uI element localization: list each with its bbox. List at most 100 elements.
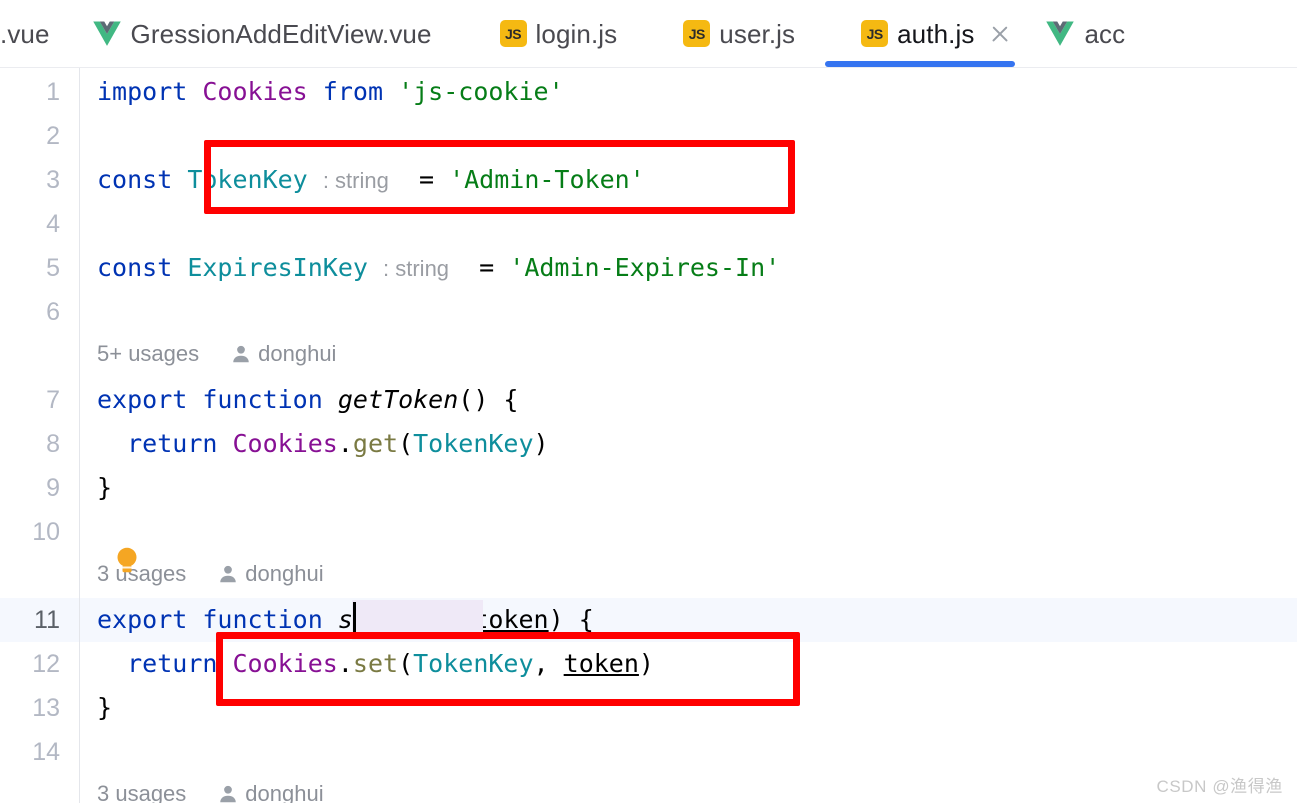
code-token: }	[97, 693, 113, 722]
tab-auth-js[interactable]: JS auth.js	[817, 0, 1023, 67]
editor-tab-bar[interactable]: .vue GressionAddEditView.vue JS login.js…	[0, 0, 1297, 68]
code-token: export	[97, 385, 188, 414]
author-annotation[interactable]: donghui	[218, 776, 324, 803]
code-line[interactable]: 6	[0, 290, 1297, 334]
code-text: export function getToken() {	[97, 378, 519, 422]
tab-gressionaddeditview-vue[interactable]: GressionAddEditView.vue	[68, 0, 454, 67]
code-line[interactable]: 10	[0, 510, 1297, 554]
code-line[interactable]: 9}	[0, 466, 1297, 510]
code-token: const	[97, 165, 173, 194]
vue-icon	[92, 21, 121, 46]
tab-label: GressionAddEditView.vue	[130, 18, 432, 49]
code-token: }	[97, 473, 113, 502]
code-token: Cookies	[202, 77, 308, 106]
js-file-icon: JS	[861, 20, 889, 47]
author-name: donghui	[258, 341, 337, 366]
close-icon[interactable]	[987, 21, 1013, 47]
code-token: .	[337, 429, 353, 458]
code-token: ExpiresInKey	[187, 253, 368, 282]
author-annotation[interactable]: donghui	[231, 336, 336, 372]
code-token: export	[97, 605, 188, 634]
line-number: 14	[32, 738, 60, 766]
code-token: (	[398, 429, 414, 458]
code-token: TokenKey	[413, 429, 534, 458]
code-text: return Cookies.get(TokenKey)	[97, 422, 549, 466]
vue-icon	[1046, 21, 1075, 46]
code-token: import	[97, 77, 188, 106]
author-name: donghui	[245, 561, 324, 586]
code-line[interactable]: 7 export function getToken() {	[0, 378, 1297, 422]
line-number: 10	[32, 518, 60, 546]
usages-link[interactable]: 3 usages	[97, 556, 186, 592]
code-vision-annotation[interactable]: 5+ usages donghui	[97, 336, 336, 372]
tab-login-js[interactable]: JS login.js	[454, 0, 640, 67]
code-token: 'Admin-Expires-In'	[509, 253, 781, 282]
line-number: 6	[46, 298, 60, 326]
line-number: 7	[46, 386, 60, 414]
line-number: 1	[46, 78, 60, 106]
author-annotation[interactable]: donghui	[218, 556, 324, 592]
active-tab-indicator	[825, 61, 1016, 67]
code-line[interactable]: 14	[0, 730, 1297, 774]
tab-label: acc	[1084, 18, 1126, 49]
line-number: 4	[46, 210, 60, 238]
js-file-icon: JS	[499, 20, 527, 47]
code-token: get	[352, 429, 399, 458]
line-number: 12	[32, 650, 60, 678]
redbox-tokenkey-declaration	[204, 140, 795, 214]
code-token: Cookies	[232, 429, 338, 458]
code-token: () {	[458, 385, 519, 414]
code-line[interactable]: 8 return Cookies.get(TokenKey)	[0, 422, 1297, 466]
code-text: import Cookies from 'js-cookie'	[97, 70, 564, 114]
lightbulb-icon[interactable]	[114, 546, 140, 576]
tab-vue-clipped[interactable]: .vue	[0, 0, 68, 67]
code-text: const ExpiresInKey : string = 'Admin-Exp…	[97, 246, 780, 290]
code-vision-annotation[interactable]: 3 usages donghui	[97, 776, 324, 803]
code-token: getToken	[337, 385, 459, 414]
usages-link[interactable]: 3 usages	[97, 776, 186, 803]
js-file-icon: JS	[683, 20, 711, 47]
tab-label: auth.js	[897, 18, 975, 49]
line-number: 9	[46, 474, 60, 502]
code-token: function	[202, 385, 323, 414]
tab-label: login.js	[535, 18, 618, 49]
gutter-divider	[79, 68, 80, 803]
author-name: donghui	[245, 781, 324, 803]
code-text: }	[97, 686, 112, 730]
code-token: =	[449, 253, 510, 282]
usages-link[interactable]: 5+ usages	[97, 336, 199, 372]
code-token: return	[127, 429, 218, 458]
code-token: 'js-cookie'	[398, 77, 564, 106]
code-line[interactable]: 1 import Cookies from 'js-cookie'	[0, 70, 1297, 114]
code-token: return	[127, 649, 218, 678]
line-number: 3	[46, 166, 60, 194]
code-token: const	[97, 253, 173, 282]
code-token: function	[202, 605, 323, 634]
line-number: 8	[46, 430, 60, 458]
line-number: 13	[32, 694, 60, 722]
redbox-cookies-set-call	[216, 632, 800, 706]
code-text: }	[97, 466, 112, 510]
editor-window: .vue GressionAddEditView.vue JS login.js…	[0, 0, 1297, 803]
tab-acc-vue-clipped[interactable]: acc	[1023, 0, 1125, 67]
person-icon	[220, 785, 237, 803]
tab-user-js[interactable]: JS user.js	[639, 0, 817, 67]
code-token: from	[322, 77, 384, 106]
line-number: 11	[34, 606, 60, 634]
tab-label: user.js	[719, 18, 796, 49]
code-line[interactable]: 5 const ExpiresInKey : string = 'Admin-Ex…	[0, 246, 1297, 290]
person-icon	[220, 565, 237, 583]
